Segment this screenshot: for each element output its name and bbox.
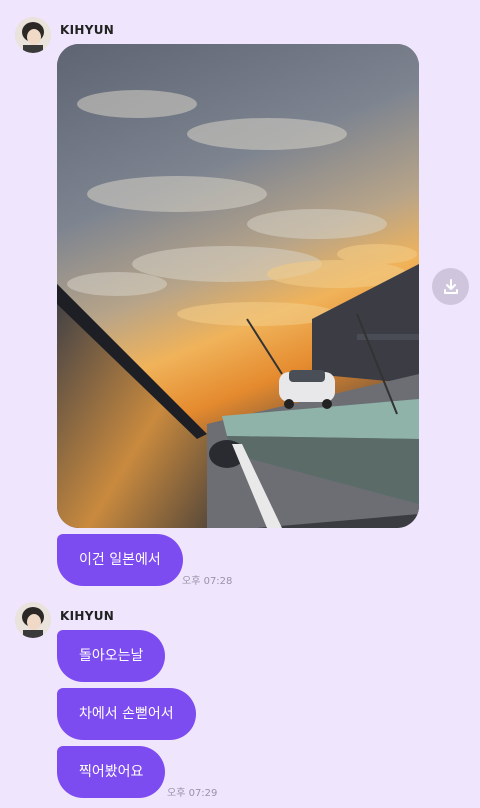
avatar[interactable]: [15, 17, 51, 53]
message-bubble[interactable]: 찍어봤어요: [57, 746, 166, 798]
message-bubble[interactable]: 이건 일본에서: [57, 534, 183, 586]
message-timestamp: 오후 07:29: [167, 788, 218, 799]
message-bubble[interactable]: 돌아오는날: [57, 630, 166, 682]
sender-name: KIHYUN: [60, 609, 115, 623]
avatar[interactable]: [15, 602, 51, 638]
sender-name: KIHYUN: [60, 23, 115, 37]
download-button[interactable]: [432, 268, 469, 305]
download-icon: [443, 278, 458, 294]
message-timestamp: 오후 07:28: [182, 576, 233, 587]
message-bubble[interactable]: 차에서 손뻗어서: [57, 688, 196, 740]
shared-photo[interactable]: [57, 44, 419, 528]
